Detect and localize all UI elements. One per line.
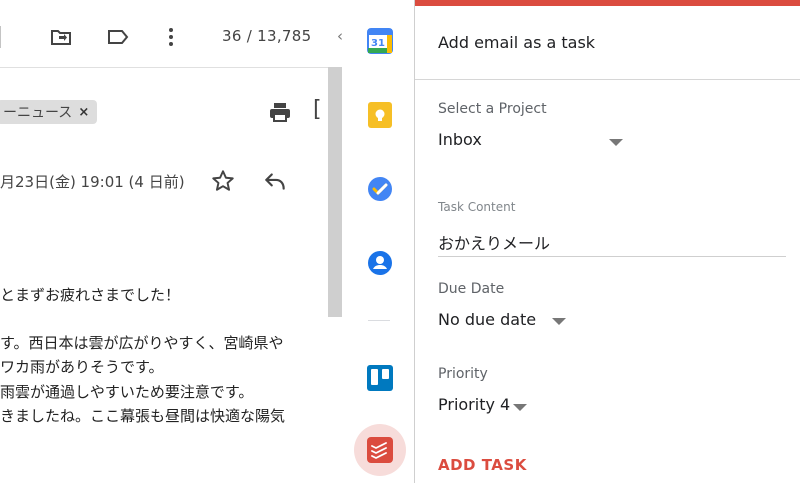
label-icon[interactable] xyxy=(106,25,130,49)
label-chip[interactable]: ーニュース × xyxy=(0,100,98,124)
email-body-line: とまずお疲れさまでした！ xyxy=(0,286,181,304)
email-body-line: きましたね。ここ幕張も昼間は快適な陽気 xyxy=(0,407,286,425)
email-counter: 36 / 13,785 xyxy=(222,27,312,45)
panel-title: Add email as a task xyxy=(438,33,596,52)
label-chip-text: ーニュース xyxy=(3,105,73,121)
print-icon[interactable] xyxy=(268,100,292,124)
project-dropdown-arrow-icon[interactable] xyxy=(609,139,623,146)
task-content-underline xyxy=(438,256,786,257)
project-select[interactable]: Inbox xyxy=(438,130,482,149)
google-calendar-icon[interactable]: 31 xyxy=(367,28,393,54)
add-task-panel: Add email as a task Select a Project Inb… xyxy=(414,0,800,483)
google-tasks-icon[interactable] xyxy=(367,176,393,202)
task-content-label: Task Content xyxy=(438,200,516,214)
trello-icon[interactable] xyxy=(367,365,393,391)
move-to-folder-icon[interactable] xyxy=(49,25,73,49)
priority-select[interactable]: Priority 4 xyxy=(438,395,510,414)
priority-label: Priority xyxy=(438,366,488,382)
todoist-icon[interactable] xyxy=(367,437,393,463)
due-date-label: Due Date xyxy=(438,281,505,297)
side-app-strip: 31 xyxy=(342,0,414,483)
task-content-input[interactable]: おかえりメール xyxy=(438,230,550,254)
more-vert-icon[interactable] xyxy=(159,25,183,49)
due-date-dropdown-arrow-icon[interactable] xyxy=(552,318,566,325)
reply-icon[interactable] xyxy=(262,168,288,194)
contacts-icon[interactable] xyxy=(367,250,393,276)
project-label: Select a Project xyxy=(438,101,547,117)
toolbar-divider xyxy=(0,26,1,48)
email-body-line: す。西日本は雲が広がりやすく、宮崎県や xyxy=(0,334,284,352)
email-date: 月23日(金) 19:01 (4 日前) xyxy=(0,173,185,191)
due-date-select[interactable]: No due date xyxy=(438,310,536,329)
calendar-day-text: 31 xyxy=(371,38,385,49)
side-strip-divider xyxy=(368,320,390,321)
email-pane: 36 / 13,785 ‹ ーニュース × [ 月23日(金) 19:01 (4… xyxy=(0,0,342,483)
open-in-new-window-icon[interactable]: [ xyxy=(313,97,322,122)
email-body-line: ワカ雨がありそうです。 xyxy=(0,358,164,376)
panel-header: Add email as a task xyxy=(415,6,800,80)
label-chip-close-icon[interactable]: × xyxy=(78,105,89,120)
email-toolbar: 36 / 13,785 ‹ xyxy=(0,0,342,68)
google-keep-icon[interactable] xyxy=(367,102,393,128)
star-icon[interactable] xyxy=(210,168,236,194)
priority-dropdown-arrow-icon[interactable] xyxy=(513,404,527,411)
add-task-button[interactable]: ADD TASK xyxy=(438,456,527,474)
email-body-line: 雨雲が通過しやすいため要注意です。 xyxy=(0,383,254,401)
email-scrollbar[interactable] xyxy=(328,67,342,317)
